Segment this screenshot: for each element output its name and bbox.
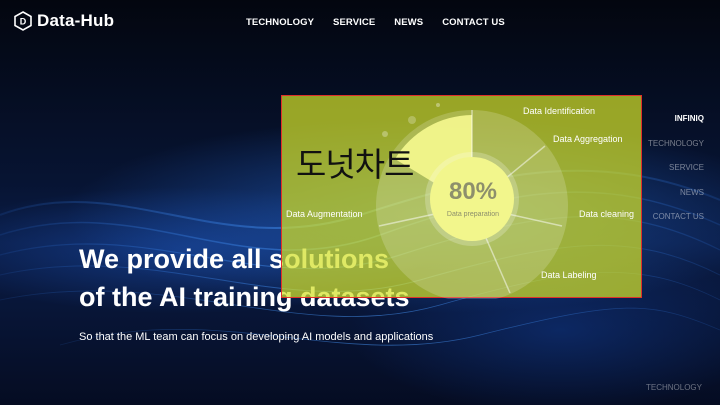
nav-technology[interactable]: TECHNOLOGY [246, 17, 314, 28]
donut-center-value: 80% [448, 178, 498, 205]
side-nav-service[interactable]: SERVICE [648, 163, 704, 188]
segment-label-data-augmentation: Data Augmentation [286, 209, 363, 219]
main-nav: TECHNOLOGY SERVICE NEWS CONTACT US [246, 17, 505, 28]
hero-subtitle: So that the ML team can focus on develop… [79, 331, 434, 343]
logo-hexagon-icon: D [14, 11, 32, 31]
page: D Data-Hub TECHNOLOGY SERVICE NEWS CONTA… [0, 0, 720, 405]
segment-label-data-labeling: Data Labeling [541, 270, 597, 280]
nav-service[interactable]: SERVICE [333, 17, 375, 28]
nav-contact-us[interactable]: CONTACT US [442, 17, 505, 28]
deco-dot-2 [382, 131, 388, 137]
logo-text: Data-Hub [37, 11, 115, 30]
side-nav-infiniq[interactable]: INFINIQ [648, 114, 704, 139]
side-nav: INFINIQ TECHNOLOGY SERVICE NEWS CONTACT … [648, 114, 704, 237]
svg-text:D: D [20, 17, 27, 27]
side-nav-contact-us[interactable]: CONTACT US [648, 212, 704, 237]
deco-dot-1 [436, 103, 440, 107]
segment-label-data-identification: Data Identification [523, 106, 596, 116]
side-nav-technology[interactable]: TECHNOLOGY [648, 139, 704, 164]
nav-news[interactable]: NEWS [394, 17, 423, 28]
donut-chart-overlay: 도넛차트 80% Data preparation Data Identific… [281, 95, 642, 299]
overlay-title: 도넛차트 [296, 145, 414, 184]
side-nav-bottom-technology[interactable]: TECHNOLOGY [646, 383, 702, 392]
logo[interactable]: D Data-Hub [14, 11, 114, 31]
side-nav-news[interactable]: NEWS [648, 188, 704, 213]
segment-label-data-cleaning: Data cleaning [579, 209, 635, 219]
deco-dot-3 [408, 116, 416, 124]
donut-center-label: Data preparation [446, 211, 500, 218]
segment-label-data-aggregation: Data Aggregation [553, 134, 623, 144]
